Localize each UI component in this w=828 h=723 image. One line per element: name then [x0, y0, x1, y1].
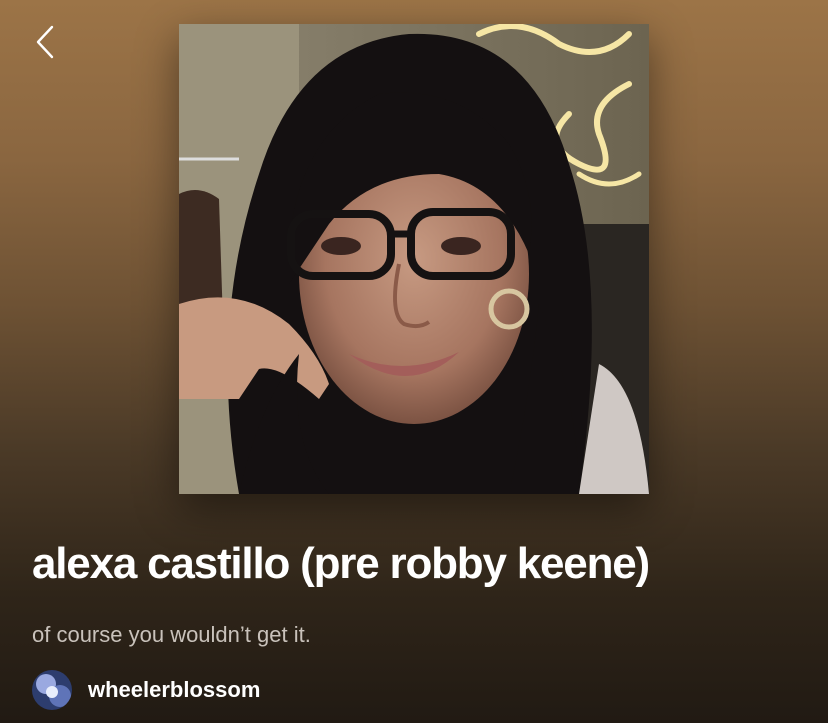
playlist-title: alexa castillo (pre robby keene) — [32, 539, 650, 588]
owner-avatar[interactable] — [32, 670, 72, 710]
playlist-description: of course you wouldn’t get it. — [32, 622, 311, 647]
chevron-left-icon — [34, 24, 56, 65]
back-button[interactable] — [28, 24, 62, 64]
owner-link[interactable]: wheelerblossom — [32, 668, 260, 712]
playlist-cover-image — [179, 24, 649, 494]
owner-name[interactable]: wheelerblossom — [88, 677, 260, 703]
